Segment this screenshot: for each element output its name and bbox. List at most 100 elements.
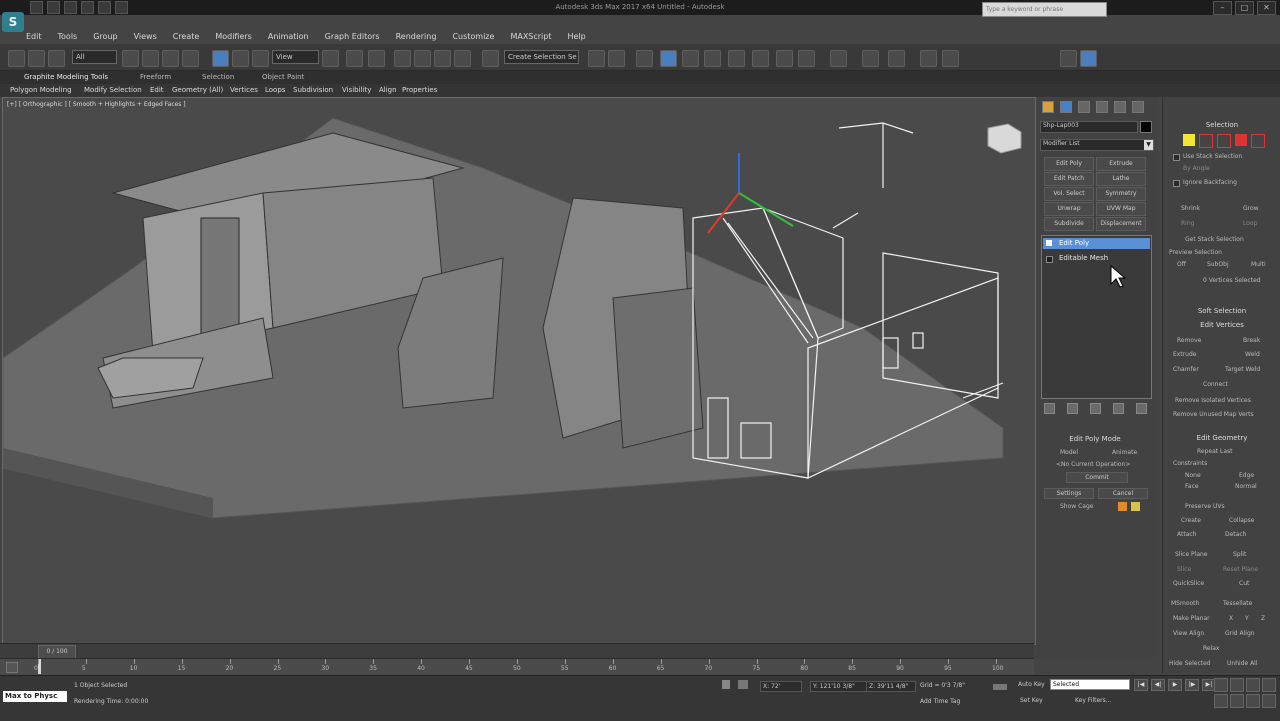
field-of-view-icon[interactable] (1214, 694, 1228, 708)
menu-create[interactable]: Create (173, 32, 200, 44)
tab-selection[interactable]: Selection (202, 73, 234, 81)
app-logo[interactable]: S (2, 12, 24, 32)
physx-icon[interactable] (888, 50, 905, 67)
planar-y-button[interactable]: Y (1245, 615, 1249, 622)
modifier-list-dropdown[interactable]: Modifier List ▼ (1040, 139, 1154, 151)
cancel-button[interactable]: Cancel (1098, 488, 1148, 499)
menu-views[interactable]: Views (134, 32, 157, 44)
animate-radio[interactable]: Animate (1112, 449, 1137, 456)
connect-button[interactable]: Connect (1203, 381, 1228, 388)
perspective-viewport[interactable]: [+] [ Orthographic ] [ Smooth + Highligh… (2, 97, 1036, 645)
planar-x-button[interactable]: X (1229, 615, 1233, 622)
trackbar[interactable]: 0 5 10 15 20 25 30 35 40 45 50 55 60 65 70 75 80 85 90 95 10… (0, 658, 1034, 675)
preview-subobj-radio[interactable]: SubObj (1207, 261, 1229, 268)
close-icon[interactable]: ✕ (1257, 1, 1276, 15)
edit-vertices-rollout-title[interactable]: Edit Vertices (1163, 321, 1280, 329)
remove-unused-map-verts-button[interactable]: Remove Unused Map Verts (1173, 411, 1254, 418)
settings-button[interactable]: Settings (1044, 488, 1094, 499)
manipulate-icon[interactable] (346, 50, 363, 67)
tessellate-button[interactable]: Tessellate (1223, 600, 1252, 607)
zoom-extents-all-icon[interactable] (1262, 678, 1276, 692)
border-level-icon[interactable] (1217, 134, 1231, 148)
attach-button[interactable]: Attach (1177, 531, 1196, 538)
keyboard-shortcut-icon[interactable] (368, 50, 385, 67)
pan-icon[interactable] (1230, 694, 1244, 708)
motion-tab-icon[interactable] (1096, 101, 1108, 113)
show-cage-checkbox[interactable]: Show Cage (1060, 503, 1093, 510)
key-mode-icon[interactable] (993, 684, 1007, 690)
link-icon[interactable] (8, 50, 25, 67)
vol-select-button[interactable]: Vol. Select (1044, 187, 1094, 201)
modify-tab-icon[interactable] (1060, 101, 1072, 113)
subtab-subdivision[interactable]: Subdivision (293, 86, 333, 94)
reset-plane-button[interactable]: Reset Plane (1223, 566, 1258, 573)
go-to-start-icon[interactable]: |◀ (1134, 679, 1148, 691)
align-icon[interactable] (608, 50, 625, 67)
constraint-none-radio[interactable]: None (1185, 472, 1201, 479)
repeat-last-button[interactable]: Repeat Last (1197, 448, 1233, 455)
expand-icon[interactable] (1046, 256, 1053, 263)
constraint-edge-radio[interactable]: Edge (1239, 472, 1254, 479)
angle-snap-icon[interactable] (414, 50, 431, 67)
subtab-visibility[interactable]: Visibility (342, 86, 371, 94)
time-slider-handle[interactable]: 0 / 100 (38, 645, 76, 659)
grid-align-button[interactable]: Grid Align (1225, 630, 1255, 637)
select-by-name-icon[interactable] (142, 50, 159, 67)
select-object-icon[interactable] (122, 50, 139, 67)
zoom-icon[interactable] (1214, 678, 1228, 692)
absolute-mode-icon[interactable] (738, 680, 748, 689)
constraint-face-radio[interactable]: Face (1185, 483, 1199, 490)
edit-geometry-rollout-title[interactable]: Edit Geometry (1163, 434, 1280, 442)
edit-poly-button[interactable]: Edit Poly (1044, 157, 1094, 171)
rendered-frame-icon[interactable] (776, 50, 793, 67)
mirror-icon[interactable] (588, 50, 605, 67)
subdivide-button[interactable]: Subdivide (1044, 217, 1094, 231)
menu-help[interactable]: Help (568, 32, 586, 44)
tab-graphite-modeling[interactable]: Graphite Modeling Tools (24, 73, 108, 81)
bind-space-warp-icon[interactable] (48, 50, 65, 67)
trackbar-icon[interactable] (6, 662, 18, 673)
menu-group[interactable]: Group (93, 32, 117, 44)
hide-selected-button[interactable]: Hide Selected (1169, 660, 1211, 667)
subtab-properties[interactable]: Properties (402, 86, 437, 94)
polygon-level-icon[interactable] (1235, 134, 1247, 146)
window-crossing-icon[interactable] (182, 50, 199, 67)
graphite-toggle-icon[interactable] (660, 50, 677, 67)
remove-modifier-icon[interactable] (1113, 403, 1124, 414)
utilities-tab-icon[interactable] (1132, 101, 1144, 113)
stack-item-editable-mesh[interactable]: Editable Mesh (1043, 253, 1150, 264)
next-frame-icon[interactable]: |▶ (1185, 679, 1199, 691)
spinner-snap-icon[interactable] (454, 50, 471, 67)
select-scale-icon[interactable] (252, 50, 269, 67)
extrude-vertex-button[interactable]: Extrude (1173, 351, 1196, 358)
subtab-edit[interactable]: Edit (150, 86, 164, 94)
menu-customize[interactable]: Customize (452, 32, 494, 44)
auto-key-button[interactable]: Auto Key (1018, 681, 1045, 688)
constraint-normal-radio[interactable]: Normal (1235, 483, 1257, 490)
play-icon[interactable]: ▶ (1168, 679, 1182, 691)
maximize-icon[interactable]: □ (1235, 1, 1254, 15)
remove-isolated-button[interactable]: Remove Isolated Vertices (1175, 397, 1251, 404)
remove-button[interactable]: Remove (1177, 337, 1201, 344)
grow-button[interactable]: Grow (1243, 205, 1259, 212)
pivot-center-icon[interactable] (322, 50, 339, 67)
get-stack-selection-button[interactable]: Get Stack Selection (1185, 236, 1244, 243)
percent-snap-icon[interactable] (434, 50, 451, 67)
preserve-uvs-checkbox[interactable]: Preserve UVs (1185, 503, 1225, 510)
subtab-geometry[interactable]: Geometry (All) (172, 86, 223, 94)
x-coordinate-field[interactable]: X: 72' (760, 681, 802, 692)
make-unique-icon[interactable] (1090, 403, 1101, 414)
selection-rollout-title[interactable]: Selection (1163, 121, 1280, 129)
zoom-extents-icon[interactable] (1246, 678, 1260, 692)
zoom-all-icon[interactable] (1230, 678, 1244, 692)
menu-maxscript[interactable]: MAXScript (510, 32, 551, 44)
display-tab-icon[interactable] (1114, 101, 1126, 113)
split-checkbox[interactable]: Split (1233, 551, 1246, 558)
displacement-button[interactable]: Displacement (1096, 217, 1146, 231)
subtab-align[interactable]: Align (379, 86, 397, 94)
render-setup-icon[interactable] (752, 50, 769, 67)
search-input[interactable] (982, 2, 1107, 17)
planar-z-button[interactable]: Z (1261, 615, 1265, 622)
toolbar-extra2-icon[interactable] (942, 50, 959, 67)
tab-object-paint[interactable]: Object Paint (262, 73, 304, 81)
